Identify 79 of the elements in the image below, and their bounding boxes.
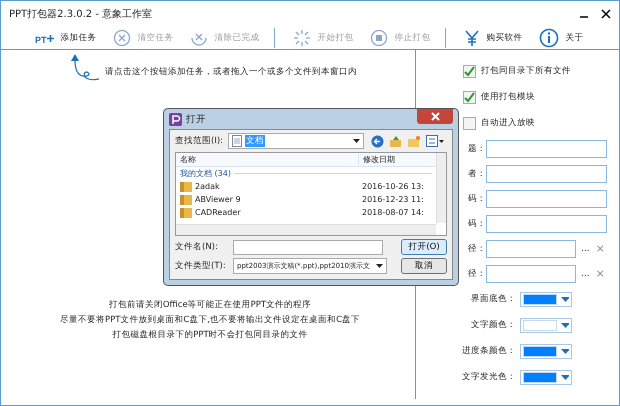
input-field[interactable] (486, 264, 576, 282)
dropdown-arrow-icon (560, 322, 569, 328)
file-type-label: 文件类型(T): (175, 260, 227, 272)
color-picker[interactable] (520, 344, 572, 358)
yen-icon (464, 29, 480, 47)
input-field[interactable] (486, 190, 607, 208)
cancel-button[interactable]: 取消 (401, 258, 447, 274)
toolbar-button[interactable]: 关于 (538, 28, 584, 48)
browse-button[interactable]: ... (581, 268, 590, 278)
back-icon[interactable] (371, 134, 384, 148)
close-icon (430, 112, 440, 121)
checkbox-label: 打包同目录下所有文件 (481, 65, 571, 77)
color-picker[interactable] (520, 370, 572, 384)
file-name-input[interactable] (233, 240, 383, 254)
folder-icon (180, 194, 192, 205)
window-title: PPT打包器2.3.0.2 - 意象工作室 (9, 8, 152, 21)
column-header[interactable]: 修改日期 (358, 154, 395, 165)
clear-button[interactable]: × (596, 267, 605, 280)
folder-icon (180, 181, 192, 192)
stop-icon (370, 29, 388, 47)
look-in-label: 查找范围(I): (175, 135, 224, 147)
close-button[interactable] (417, 109, 453, 124)
horizontal-scrollbar[interactable] (176, 224, 436, 235)
checkbox[interactable] (463, 116, 476, 130)
app-logo-icon (169, 112, 182, 126)
toolbar-button[interactable]: PT 添加任务 (35, 31, 97, 45)
document-icon (232, 135, 242, 147)
file-date: 2018-08-07 14: (361, 208, 424, 217)
color-label: 界面底色： (470, 293, 516, 305)
input-field[interactable] (486, 240, 576, 258)
folder-icon (180, 207, 192, 218)
column-header[interactable]: 名称 (176, 154, 358, 165)
spinner-icon (292, 29, 311, 47)
clear-button[interactable]: × (596, 242, 605, 255)
file-name-label: 文件名(N): (175, 241, 219, 253)
color-picker[interactable] (520, 318, 572, 332)
color-label: 进度条颜色： (461, 345, 516, 357)
view-menu-icon[interactable] (426, 135, 444, 147)
checkbox-label: 自动进入放映 (481, 117, 535, 129)
field-label: 码： (468, 218, 486, 230)
checkbox[interactable] (463, 90, 476, 104)
color-label: 文字发光色： (461, 371, 516, 383)
checkbox-label: 使用打包模块 (481, 91, 535, 103)
circle-x-icon (112, 29, 131, 47)
toolbar-button[interactable]: 购买软件 (464, 29, 523, 47)
file-date: 2016-12-23 11: (361, 195, 424, 204)
new-folder-icon[interactable] (407, 134, 422, 148)
field-label: 码： (468, 192, 486, 204)
input-field[interactable] (486, 140, 607, 158)
field-label: 径： (468, 268, 486, 280)
dropdown-arrow-icon (560, 296, 569, 302)
caret-icon (376, 264, 383, 268)
caret-icon (353, 139, 360, 143)
dialog-title: 打开 (186, 112, 206, 126)
note-text: 打包前请关闭Office等可能正在使用PPT文件的程序 (108, 299, 312, 311)
input-field[interactable] (486, 214, 607, 232)
file-name[interactable]: 2adak (195, 182, 220, 191)
open-button[interactable]: 打开(O) (401, 239, 447, 255)
info-icon (538, 28, 559, 48)
input-field[interactable] (486, 164, 607, 182)
close-icon[interactable] (601, 9, 611, 19)
browse-button[interactable]: ... (581, 244, 590, 254)
note-text: 尽量不要将PPT文件放到桌面和C盘下,也不要将输出文件设定在桌面和C盘下 (60, 314, 360, 326)
file-name[interactable]: CADReader (195, 208, 241, 217)
color-label: 文字颜色： (470, 319, 516, 331)
up-folder-icon[interactable] (389, 134, 402, 148)
file-name[interactable]: ABViewer 9 (195, 195, 241, 204)
file-date: 2016-10-26 13: (361, 182, 424, 191)
vertical-scrollbar[interactable] (436, 153, 446, 223)
note-text: 打包磁盘根目录下的PPT时不会打包同目录的文件 (112, 329, 308, 341)
dropdown-arrow-icon (560, 348, 569, 354)
field-label: 者： (468, 168, 486, 180)
field-label: 径： (468, 242, 486, 254)
dropdown-arrow-icon (560, 374, 569, 380)
field-label: 题： (468, 142, 486, 154)
color-picker[interactable] (520, 292, 572, 306)
checkbox[interactable] (463, 64, 476, 78)
hint-text: 请点击这个按钮添加任务，或者拖入一个或多个文件到本窗口内 (105, 66, 357, 78)
group-header: 我的文档 (34) (180, 168, 231, 179)
